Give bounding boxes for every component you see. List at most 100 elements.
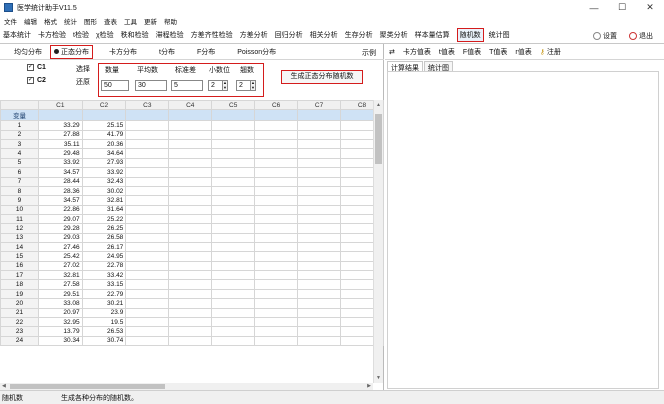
grid-cell[interactable]: [125, 335, 170, 347]
grid-cell[interactable]: [125, 148, 170, 159]
grid-cell[interactable]: [168, 109, 213, 122]
count-input[interactable]: 50: [101, 80, 129, 91]
grid-cell[interactable]: [297, 316, 341, 328]
grid-cell[interactable]: [168, 242, 213, 253]
grid-cell[interactable]: [125, 213, 170, 225]
grid-cell[interactable]: [168, 260, 213, 272]
grid-cell[interactable]: 25.22: [81, 213, 127, 225]
grid-cell[interactable]: [168, 251, 213, 262]
T-table-button[interactable]: T值表: [489, 47, 507, 57]
grid-cell[interactable]: 29.07: [37, 213, 83, 225]
grid-cell[interactable]: [297, 298, 341, 309]
grid-cell[interactable]: [125, 288, 170, 300]
column-header-c7[interactable]: C7: [297, 100, 341, 111]
grid-cell[interactable]: [297, 204, 341, 215]
column-header-c6[interactable]: C6: [254, 100, 299, 111]
row-number[interactable]: 13: [0, 232, 39, 244]
grid-cell[interactable]: 33.29: [37, 120, 83, 131]
grid-cell[interactable]: [297, 129, 341, 141]
grid-cell[interactable]: [297, 195, 341, 206]
grid-cell[interactable]: [211, 260, 256, 272]
grid-cell[interactable]: [297, 307, 341, 318]
tab-poisson[interactable]: Poisson分布: [237, 47, 276, 57]
grid-cell[interactable]: 32.43: [81, 176, 127, 187]
tab-correlation[interactable]: 相关分析: [310, 30, 338, 40]
select-button[interactable]: 选择: [76, 64, 90, 74]
grid-cell[interactable]: 29.03: [37, 232, 83, 244]
grid-cell[interactable]: [168, 213, 213, 225]
grid-cell[interactable]: 23.9: [81, 307, 127, 318]
grid-cell[interactable]: [254, 232, 299, 244]
grid-cell[interactable]: 32.95: [37, 316, 83, 328]
menu-graph[interactable]: 图形: [84, 16, 97, 26]
grid-cell[interactable]: [125, 326, 170, 337]
grid-cell[interactable]: [168, 120, 213, 131]
grid-cell[interactable]: [168, 139, 213, 150]
scroll-thumb[interactable]: [10, 384, 165, 389]
column-header-c4[interactable]: C4: [168, 100, 213, 111]
grid-cell[interactable]: 22.78: [81, 260, 127, 272]
grid-cell[interactable]: [211, 176, 256, 187]
grid-cell[interactable]: 30.21: [81, 298, 127, 309]
grid-cell[interactable]: 24.95: [81, 251, 127, 262]
tab-survival[interactable]: 生存分析: [345, 30, 373, 40]
grid-cell[interactable]: [211, 279, 256, 290]
chi-table-button[interactable]: 卡方值表: [403, 47, 431, 57]
grid-cell[interactable]: [211, 242, 256, 253]
variable-label-cell[interactable]: 变量: [0, 109, 39, 122]
grid-cell[interactable]: [254, 129, 299, 141]
grid-cell[interactable]: [211, 148, 256, 159]
results-area[interactable]: [387, 71, 659, 389]
grid-cell[interactable]: [125, 279, 170, 290]
grid-cell[interactable]: [37, 109, 83, 122]
row-number[interactable]: 16: [0, 260, 39, 272]
maximize-button[interactable]: ☐: [608, 0, 636, 15]
column-header-c1[interactable]: C1: [37, 100, 83, 111]
grid-cell[interactable]: 33.08: [37, 298, 83, 309]
row-number[interactable]: 10: [0, 204, 39, 215]
menu-stats[interactable]: 统计: [64, 16, 77, 26]
seed-input[interactable]: 2: [236, 80, 251, 91]
grid-cell[interactable]: [297, 251, 341, 262]
grid-cell[interactable]: [254, 167, 299, 178]
grid-cell[interactable]: 26.25: [81, 223, 127, 234]
grid-cell[interactable]: [211, 307, 256, 318]
tab-normal[interactable]: 正态分布: [50, 44, 93, 59]
grid-cell[interactable]: [297, 185, 341, 197]
row-number[interactable]: 19: [0, 288, 39, 300]
grid-cell[interactable]: [211, 270, 256, 281]
menu-update[interactable]: 更新: [144, 16, 157, 26]
grid-cell[interactable]: 26.53: [81, 326, 127, 337]
grid-cell[interactable]: [168, 279, 213, 290]
column-header-c3[interactable]: C3: [125, 100, 170, 111]
grid-cell[interactable]: 33.92: [81, 167, 127, 178]
grid-cell[interactable]: 19.5: [81, 316, 127, 328]
c2-checkbox[interactable]: ✓ C2: [27, 77, 46, 84]
close-button[interactable]: ✕: [636, 0, 664, 15]
sd-input[interactable]: 5: [171, 80, 203, 91]
grid-cell[interactable]: [125, 129, 170, 141]
tab-chi-distribution[interactable]: 卡方分布: [109, 47, 137, 57]
grid-cell[interactable]: [254, 185, 299, 197]
column-header-c5[interactable]: C5: [211, 100, 256, 111]
row-number[interactable]: 17: [0, 270, 39, 281]
grid-cell[interactable]: 28.36: [37, 185, 83, 197]
generate-normal-button[interactable]: 生成正态分布随机数: [281, 70, 363, 84]
row-number[interactable]: 3: [0, 139, 39, 150]
tab-trend-test[interactable]: 滞程检验: [156, 30, 184, 40]
grid-cell[interactable]: [125, 298, 170, 309]
grid-cell[interactable]: [168, 167, 213, 178]
row-number[interactable]: 15: [0, 251, 39, 262]
grid-cell[interactable]: [254, 307, 299, 318]
column-header-c2[interactable]: C2: [81, 100, 127, 111]
row-number[interactable]: 1: [0, 120, 39, 131]
grid-cell[interactable]: 29.48: [37, 148, 83, 159]
grid-cell[interactable]: [125, 109, 170, 122]
grid-cell[interactable]: [211, 139, 256, 150]
exit-link[interactable]: 退出: [629, 31, 653, 41]
grid-cell[interactable]: 25.42: [37, 251, 83, 262]
seed-spinner[interactable]: ▲ ▼: [251, 80, 256, 91]
restore-button[interactable]: 还原: [76, 77, 90, 87]
row-number[interactable]: 21: [0, 307, 39, 318]
grid-cell[interactable]: [211, 335, 256, 347]
